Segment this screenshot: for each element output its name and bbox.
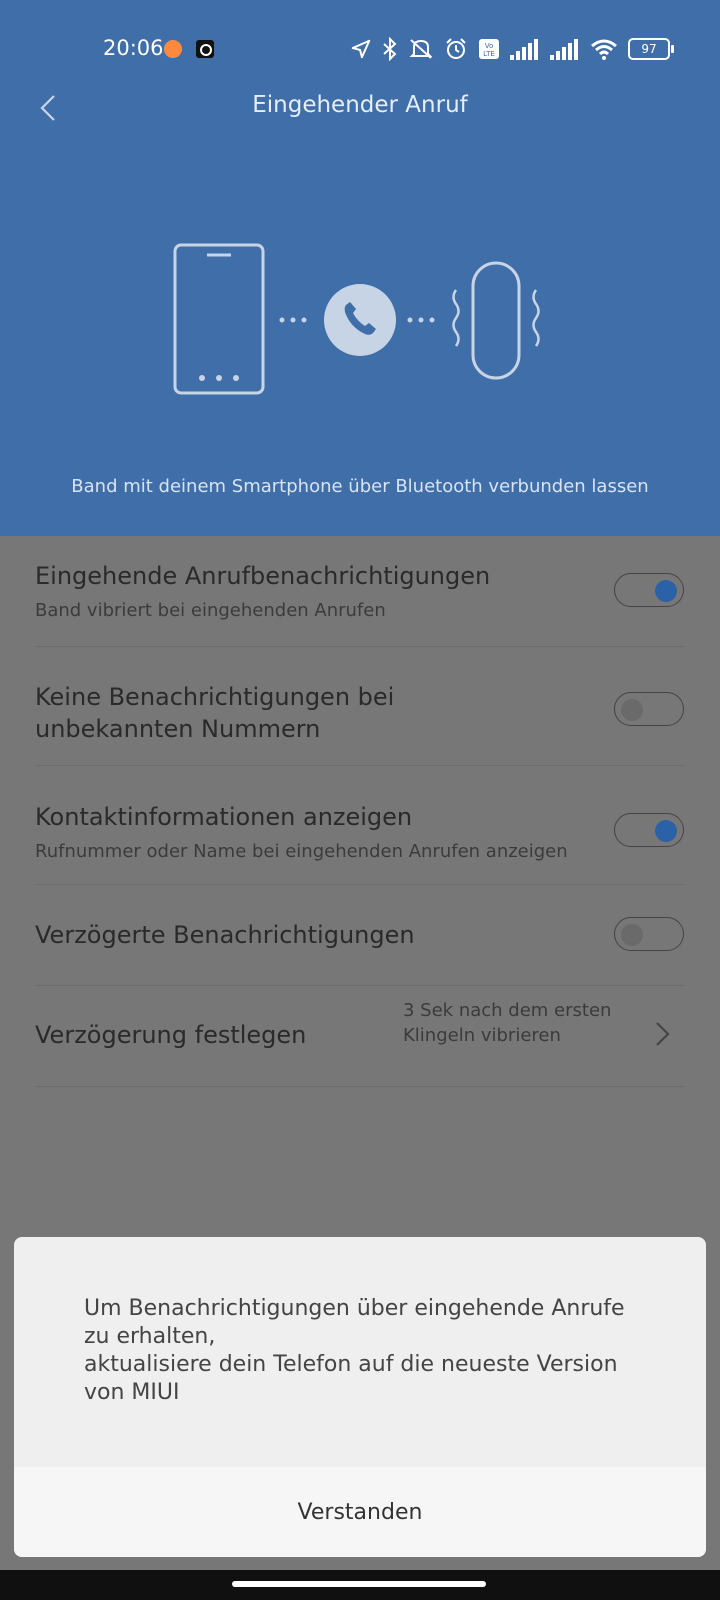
toggle-switch-on[interactable] bbox=[614, 573, 684, 607]
alarm-clock-icon bbox=[444, 37, 468, 61]
signal-icon bbox=[510, 38, 540, 60]
phone-call-icon bbox=[324, 284, 396, 356]
setting-show-contact-info[interactable]: Kontaktinformationen anzeigen Rufnummer … bbox=[0, 766, 720, 884]
home-indicator[interactable] bbox=[232, 1581, 486, 1587]
toggle-knob bbox=[655, 580, 677, 602]
mute-bell-icon bbox=[408, 37, 434, 61]
bluetooth-icon bbox=[382, 37, 398, 61]
setting-title: Verzögerte Benachrichtigungen bbox=[35, 921, 415, 949]
toggle-knob bbox=[621, 699, 643, 721]
camera-notification-icon bbox=[196, 40, 214, 58]
chevron-right-icon[interactable] bbox=[652, 1020, 672, 1048]
delay-value: 3 Sek nach dem ersten Klingeln vibrieren bbox=[403, 1000, 612, 1046]
dialog-message: Um Benachrichtigungen über eingehende An… bbox=[84, 1296, 625, 1405]
update-dialog: Um Benachrichtigungen über eingehende An… bbox=[14, 1237, 706, 1557]
toggle-switch-on[interactable] bbox=[614, 813, 684, 847]
battery-icon: 97 bbox=[628, 38, 674, 60]
toggle-switch-off[interactable] bbox=[614, 917, 684, 951]
setting-title: Verzögerung festlegen bbox=[35, 1021, 307, 1049]
wifi-icon bbox=[590, 38, 618, 60]
setting-delayed-notifications[interactable]: Verzögerte Benachrichtigungen bbox=[0, 885, 720, 985]
divider bbox=[35, 1086, 685, 1087]
band-vibrating-icon bbox=[452, 261, 540, 380]
toggle-knob bbox=[655, 820, 677, 842]
svg-text:Vo: Vo bbox=[485, 42, 494, 50]
understood-button[interactable]: Verstanden bbox=[14, 1467, 706, 1557]
setting-subtitle: Band vibriert bei eingehenden Anrufen bbox=[35, 600, 386, 621]
svg-text:LTE: LTE bbox=[483, 50, 495, 58]
bluetooth-hint: Band mit deinem Smartphone über Bluetoot… bbox=[71, 476, 649, 497]
toggle-knob bbox=[621, 924, 643, 946]
setting-incoming-call-notifications[interactable]: Eingehende Anrufbenachrichtigungen Band … bbox=[0, 536, 720, 646]
setting-subtitle: Rufnummer oder Name bei eingehenden Anru… bbox=[35, 841, 568, 862]
status-time: 20:06 bbox=[103, 36, 164, 60]
status-icons: Vo LTE 97 bbox=[350, 34, 674, 64]
volte-icon: Vo LTE bbox=[478, 38, 500, 60]
orange-notification-icon bbox=[164, 40, 182, 58]
setting-title: Keine Benachrichtigungen bei unbekannten… bbox=[35, 683, 395, 743]
location-arrow-icon bbox=[350, 38, 372, 60]
page-title: Eingehender Anruf bbox=[252, 92, 468, 118]
status-bar: 20:06 Vo LTE 97 bbox=[0, 0, 720, 100]
phone-icon bbox=[173, 243, 265, 395]
setting-title: Eingehende Anrufbenachrichtigungen bbox=[35, 562, 491, 590]
signal-icon bbox=[550, 38, 580, 60]
phone-to-band-illustration bbox=[173, 243, 540, 395]
setting-title: Kontaktinformationen anzeigen bbox=[35, 803, 413, 831]
setting-unknown-numbers[interactable]: Keine Benachrichtigungen bei unbekannten… bbox=[0, 647, 720, 765]
toggle-switch-off[interactable] bbox=[614, 692, 684, 726]
